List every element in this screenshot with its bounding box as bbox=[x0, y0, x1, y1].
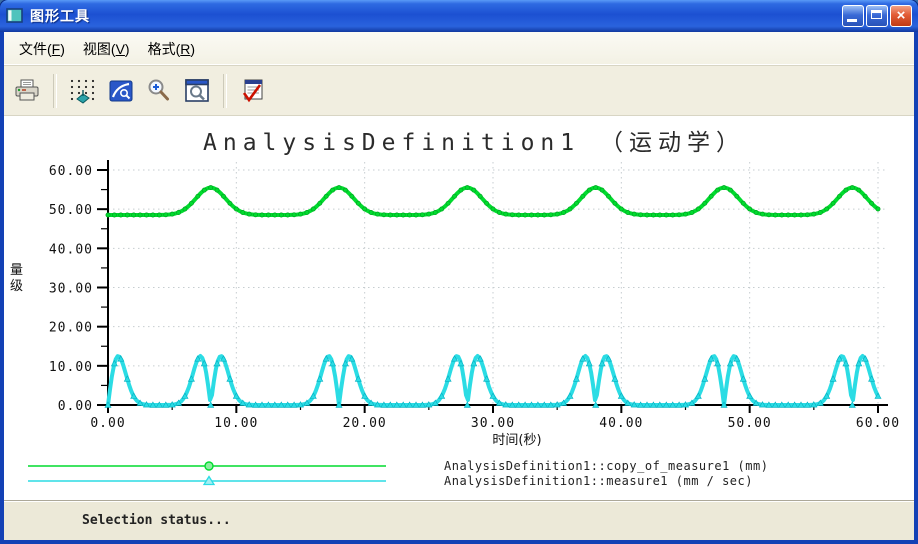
menu-bar: 文件(F) 视图(V) 格式(R) bbox=[4, 32, 914, 67]
svg-text:10.00: 10.00 bbox=[49, 360, 93, 375]
status-text: Selection status... bbox=[82, 512, 231, 528]
title-bar[interactable]: 图形工具 × bbox=[0, 0, 918, 32]
svg-text:60.00: 60.00 bbox=[49, 164, 93, 179]
svg-text:0.00: 0.00 bbox=[58, 399, 93, 414]
toolbar-separator bbox=[223, 73, 227, 108]
svg-text:时间(秒): 时间(秒) bbox=[492, 433, 541, 448]
menu-file[interactable]: 文件(F) bbox=[10, 35, 74, 63]
redraw-graph-button[interactable] bbox=[66, 74, 100, 108]
svg-text:级: 级 bbox=[10, 279, 23, 294]
svg-text:30.00: 30.00 bbox=[49, 281, 93, 296]
chart-svg[interactable]: 0.00 10.00 20.00 30.00 40.00 50.00 60.00 0.00 10… bbox=[4, 116, 914, 500]
maximize-button[interactable] bbox=[866, 5, 888, 27]
svg-text:40.00: 40.00 bbox=[599, 416, 643, 431]
minimize-button[interactable] bbox=[842, 5, 864, 27]
svg-text:50.00: 50.00 bbox=[49, 203, 93, 218]
svg-text:20.00: 20.00 bbox=[343, 416, 387, 431]
svg-text:AnalysisDefinition1::copy_of_m: AnalysisDefinition1::copy_of_measure1 (m… bbox=[444, 459, 768, 473]
close-button[interactable]: × bbox=[890, 5, 912, 27]
window-title: 图形工具 bbox=[30, 8, 90, 24]
svg-text:20.00: 20.00 bbox=[49, 321, 93, 336]
export-excel-icon bbox=[242, 79, 263, 102]
svg-text:0.00: 0.00 bbox=[90, 416, 125, 431]
zoom-window-button[interactable] bbox=[104, 74, 138, 108]
graph-window-icon bbox=[6, 8, 23, 23]
chart-area: 0.00 10.00 20.00 30.00 40.00 50.00 60.00 0.00 10… bbox=[4, 115, 914, 500]
status-bar: Selection status... bbox=[4, 499, 914, 540]
svg-text:AnalysisDefinition1::measure1: AnalysisDefinition1::measure1 (mm / sec) bbox=[444, 474, 753, 488]
grid-redraw-icon bbox=[70, 79, 95, 104]
svg-text:10.00: 10.00 bbox=[214, 416, 258, 431]
printer-icon bbox=[15, 79, 39, 101]
svg-text:量: 量 bbox=[10, 263, 23, 278]
menu-format[interactable]: 格式(R) bbox=[139, 35, 204, 63]
toolbar-separator bbox=[53, 73, 57, 108]
zoom-in-icon bbox=[148, 79, 169, 101]
window-body: 文件(F) 视图(V) 格式(R) 0.00 10.00 20.00 30.00… bbox=[4, 32, 914, 540]
toolbar bbox=[4, 66, 914, 116]
svg-text:30.00: 30.00 bbox=[471, 416, 515, 431]
refit-view-button[interactable] bbox=[180, 74, 214, 108]
export-graph-button[interactable] bbox=[236, 74, 270, 108]
zoom-refit-icon bbox=[185, 78, 209, 102]
svg-text:50.00: 50.00 bbox=[728, 416, 772, 431]
zoom-window-icon bbox=[109, 80, 133, 102]
svg-text:40.00: 40.00 bbox=[49, 242, 93, 257]
svg-text:AnalysisDefinition1 （运动学）: AnalysisDefinition1 （运动学） bbox=[203, 130, 745, 156]
print-button[interactable] bbox=[10, 74, 44, 108]
graph-tool-window: 图形工具 × 文件(F) 视图(V) 格式(R) 0.00 10.00 20.0… bbox=[0, 0, 918, 544]
zoom-in-button[interactable] bbox=[142, 74, 176, 108]
svg-text:60.00: 60.00 bbox=[856, 416, 900, 431]
menu-view[interactable]: 视图(V) bbox=[74, 35, 139, 63]
